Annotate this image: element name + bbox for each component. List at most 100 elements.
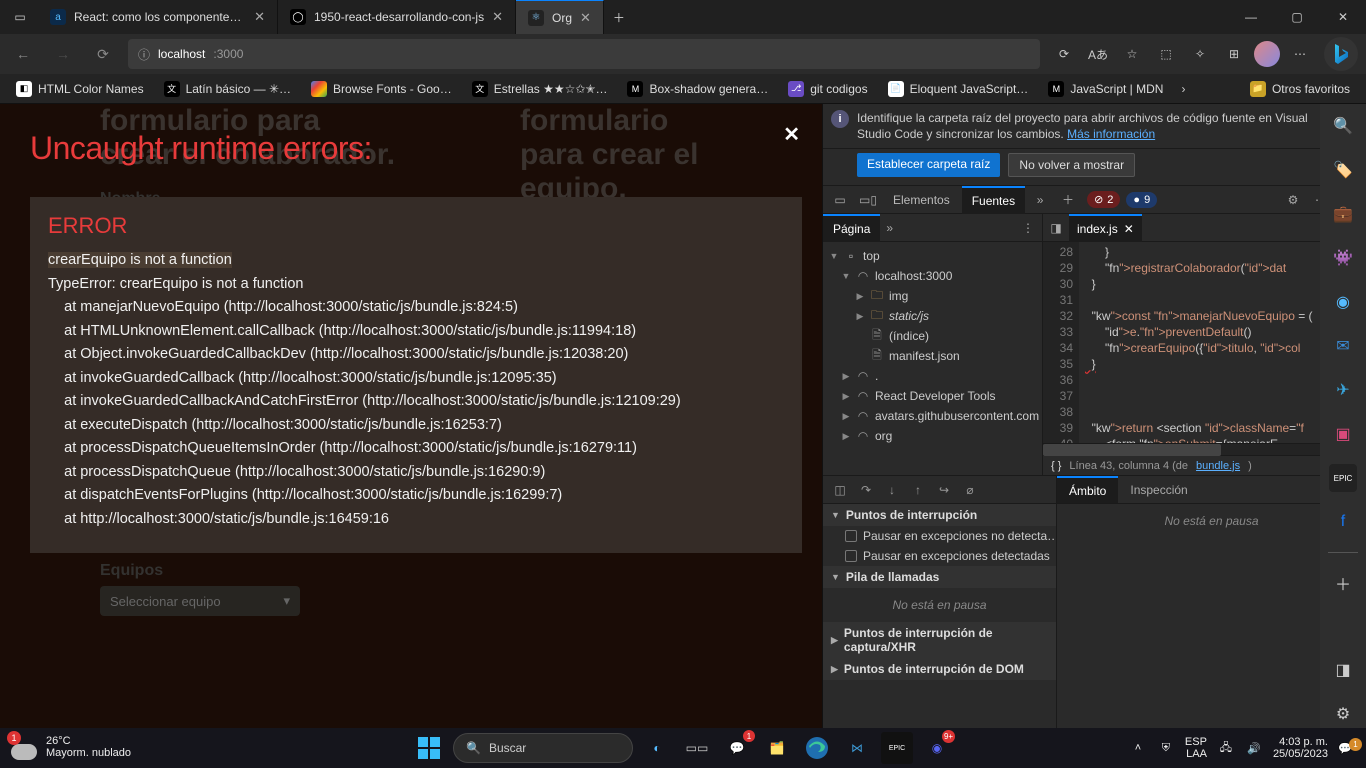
tab-org[interactable]: ⚛ Org ✕ <box>516 0 604 34</box>
set-root-button[interactable]: Establecer carpeta raíz <box>857 153 1000 177</box>
bookmark-item[interactable]: 文Latín básico — ✳… <box>156 76 299 102</box>
bookmark-item[interactable]: ◧HTML Color Names <box>8 76 152 102</box>
bundle-link[interactable]: bundle.js <box>1196 460 1240 472</box>
microsoft-365-icon[interactable]: ◉ <box>1329 288 1357 316</box>
tree-org[interactable]: ▶◠org <box>823 426 1042 446</box>
bookmark-item[interactable]: MJavaScript | MDN <box>1040 76 1171 102</box>
new-icon[interactable]: ＋ <box>1055 188 1081 212</box>
refresh-button[interactable]: ⟳ <box>88 39 118 69</box>
deactivate-bp-icon[interactable]: ⌀ <box>959 483 981 497</box>
favorites-list-icon[interactable]: ✧ <box>1186 40 1214 68</box>
epic-icon[interactable]: EPIC <box>881 732 913 764</box>
bing-sidebar-button[interactable] <box>1324 37 1358 71</box>
bookmark-item[interactable]: MBox-shadow genera… <box>619 76 776 102</box>
tree-file-manifest[interactable]: 🗎manifest.json <box>823 346 1042 366</box>
step-out-icon[interactable]: ↑ <box>907 483 929 497</box>
tree-host[interactable]: ▼◠localhost:3000 <box>823 266 1042 286</box>
pause-icon[interactable]: ◫ <box>829 483 851 497</box>
taskbar-search[interactable]: 🔍Buscar <box>453 733 633 763</box>
address-bar[interactable]: ⓘ localhost:3000 <box>128 39 1040 69</box>
games-icon[interactable]: 👾 <box>1329 244 1357 272</box>
discord-icon[interactable]: ◉9+ <box>921 732 953 764</box>
error-badge[interactable]: ⊘2 <box>1087 191 1120 208</box>
step-over-icon[interactable]: ↷ <box>855 483 877 497</box>
tab-sources[interactable]: Fuentes <box>962 186 1025 214</box>
editor-sidebar-icon[interactable]: ◨ <box>1043 215 1069 241</box>
code-area[interactable]: 28 29 30 31 32 33 34 35 36 37 38 39 40 4… <box>1043 242 1366 443</box>
gear-icon[interactable]: ⚙ <box>1280 188 1306 212</box>
bookmark-item[interactable]: Browse Fonts - Goo… <box>303 76 460 102</box>
device-icon[interactable]: ▭▯ <box>855 188 881 212</box>
checkbox-pause-uncaught[interactable]: Pausar en excepciones no detecta… <box>823 526 1056 546</box>
clock[interactable]: 4:03 p. m.25/05/2023 <box>1273 736 1328 760</box>
tools-icon[interactable]: 💼 <box>1329 200 1357 228</box>
vscode-icon[interactable]: ⋈ <box>841 732 873 764</box>
volume-icon[interactable]: 🔊 <box>1245 742 1263 755</box>
tree-folder-staticjs[interactable]: ▶🗀static/js <box>823 306 1042 326</box>
step-icon[interactable]: ↪ <box>933 483 955 497</box>
sync-icon[interactable]: ⟳ <box>1050 40 1078 68</box>
chat-icon[interactable]: 💬1 <box>721 732 753 764</box>
other-favorites[interactable]: 📁Otros favoritos <box>1242 76 1358 102</box>
minimize-button[interactable]: — <box>1228 0 1274 34</box>
network-icon[interactable]: 🖧 <box>1217 739 1235 758</box>
tab-scope[interactable]: Ámbito <box>1057 476 1118 503</box>
new-tab-button[interactable]: ＋ <box>604 0 634 34</box>
close-icon[interactable]: ✕ <box>492 9 503 25</box>
weather-widget[interactable]: 26°CMayorm. nublado <box>10 734 131 762</box>
collections-icon[interactable]: ⊞ <box>1220 40 1248 68</box>
task-view-icon[interactable]: ▭▭ <box>681 732 713 764</box>
section-xhr-bp[interactable]: ▶Puntos de interrupción de captura/XHR <box>823 622 1056 658</box>
nav-menu-icon[interactable]: ⋮ <box>1014 221 1042 235</box>
info-badge[interactable]: ●9 <box>1126 192 1157 208</box>
telegram-icon[interactable]: ✈ <box>1329 376 1357 404</box>
language-indicator[interactable]: ESPLAA <box>1185 736 1207 760</box>
section-breakpoints[interactable]: ▼Puntos de interrupción <box>823 504 1056 526</box>
tree-top[interactable]: ▼▫top <box>823 246 1042 266</box>
profile-avatar[interactable] <box>1254 41 1280 67</box>
tab-watch[interactable]: Inspección <box>1118 476 1199 503</box>
read-aloud-icon[interactable]: Aあ <box>1084 40 1112 68</box>
tree-folder-img[interactable]: ▶🗀img <box>823 286 1042 306</box>
instagram-icon[interactable]: ▣ <box>1329 420 1357 448</box>
tab-elements[interactable]: Elementos <box>883 186 960 214</box>
file-explorer-icon[interactable]: 🗂️ <box>761 732 793 764</box>
search-icon[interactable]: 🔍 <box>1329 112 1357 140</box>
close-icon[interactable]: ✕ <box>254 9 265 25</box>
editor-hscroll[interactable] <box>1043 443 1366 455</box>
shopping-icon[interactable]: 🏷️ <box>1329 156 1357 184</box>
facebook-icon[interactable]: f <box>1329 508 1357 536</box>
site-info-icon[interactable]: ⓘ <box>138 46 150 63</box>
bookmark-item[interactable]: 📄Eloquent JavaScript… <box>880 76 1037 102</box>
tab-react-alura[interactable]: a React: como los componentes fu ✕ <box>38 0 278 34</box>
bookmarks-overflow-icon[interactable]: › <box>1175 82 1191 96</box>
section-dom-bp[interactable]: ▶Puntos de interrupción de DOM <box>823 658 1056 680</box>
tray-chevron-icon[interactable]: ˄ <box>1129 742 1147 754</box>
outlook-icon[interactable]: ✉ <box>1329 332 1357 360</box>
close-icon[interactable]: ✕ <box>580 10 591 26</box>
maximize-button[interactable]: ▢ <box>1274 0 1320 34</box>
close-icon[interactable]: ✕ <box>1124 222 1134 236</box>
tree-file-index[interactable]: 🗎(índice) <box>823 326 1042 346</box>
step-into-icon[interactable]: ↓ <box>881 483 903 497</box>
favorite-icon[interactable]: ☆ <box>1118 40 1146 68</box>
back-button[interactable]: ← <box>8 39 38 69</box>
inspect-icon[interactable]: ▭ <box>827 188 853 212</box>
start-button[interactable] <box>413 732 445 764</box>
tab-github[interactable]: ◯ 1950-react-desarrollando-con-js ✕ <box>278 0 516 34</box>
more-tabs-icon[interactable]: » <box>1027 188 1053 212</box>
dismiss-button[interactable]: No volver a mostrar <box>1008 153 1135 177</box>
checkbox-pause-caught[interactable]: Pausar en excepciones detectadas <box>823 546 1056 566</box>
add-app-icon[interactable]: ＋ <box>1329 569 1357 597</box>
edge-icon[interactable] <box>801 732 833 764</box>
bookmark-item[interactable]: 文Estrellas ★★☆✩✭… <box>464 76 616 102</box>
bookmark-item[interactable]: ⎇git codigos <box>780 76 875 102</box>
sidebar-collapse-icon[interactable]: ◨ <box>1329 656 1357 684</box>
section-callstack[interactable]: ▼Pila de llamadas <box>823 566 1056 588</box>
menu-icon[interactable]: ⋯ <box>1286 40 1314 68</box>
notifications-icon[interactable]: 💬 <box>1338 742 1356 755</box>
tray-security-icon[interactable]: ⛨ <box>1157 742 1175 755</box>
epic-games-icon[interactable]: EPIC <box>1329 464 1357 492</box>
copilot-icon[interactable]: ◐ <box>641 732 673 764</box>
tabs-overview-icon[interactable]: ▭ <box>8 5 32 29</box>
